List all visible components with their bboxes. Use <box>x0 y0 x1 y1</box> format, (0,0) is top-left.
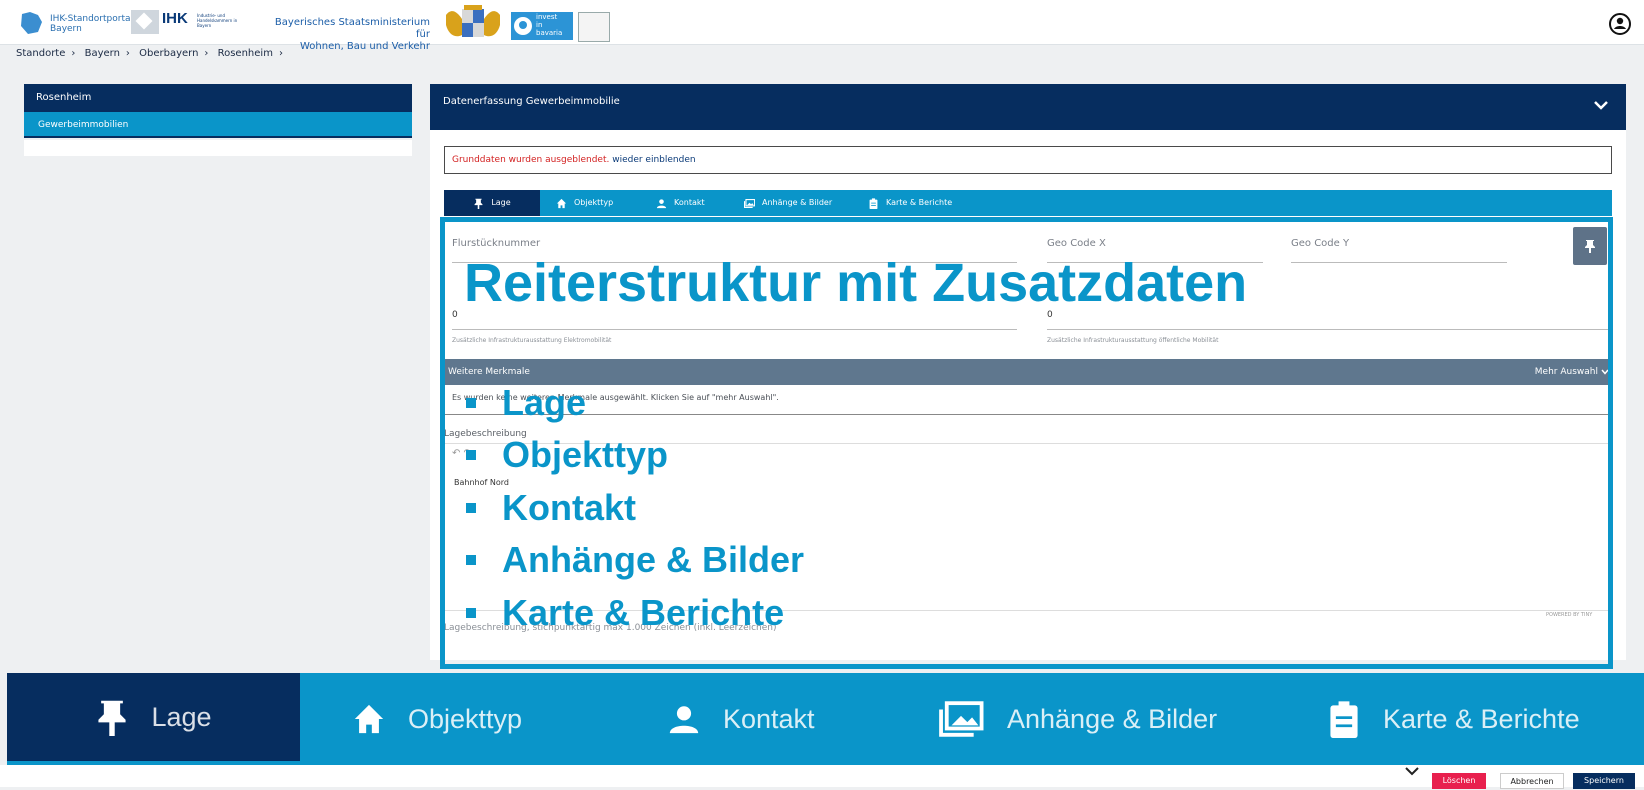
overlay-bullet-kontakt: Kontakt <box>466 488 636 528</box>
ministry-line-2: Wohnen, Bau und Verkehr <box>299 41 430 52</box>
person-icon <box>656 198 667 208</box>
overlay-bullet-label: Objekttyp <box>502 434 669 475</box>
action-footer <box>0 765 1644 787</box>
home-icon <box>556 198 567 208</box>
chevron-down-icon[interactable] <box>1404 766 1420 778</box>
breadcrumb-oberbayern[interactable]: Oberbayern <box>139 48 198 59</box>
grunddaten-notice: Grunddaten wurden ausgeblendet. wieder e… <box>444 146 1612 174</box>
tab-kontakt[interactable]: Kontakt <box>656 190 705 216</box>
bigtab-anhaenge-bilder[interactable]: Anhänge & Bilder <box>937 673 1217 765</box>
invest-in-bavaria-logo[interactable]: invest in bavaria <box>511 12 573 40</box>
seal-logo <box>578 12 610 42</box>
tab-label: Objekttyp <box>574 198 614 207</box>
breadcrumb-separator: › <box>71 48 76 59</box>
invest-word: invest <box>536 13 558 21</box>
tab-anhaenge-bilder[interactable]: Anhänge & Bilder <box>744 190 832 216</box>
coat-of-arms-icon <box>446 5 500 37</box>
bigtab-label: Objekttyp <box>408 703 523 734</box>
invest-text: invest in bavaria <box>536 13 562 37</box>
tab-label: Kontakt <box>674 198 705 207</box>
overlay-bullet-label: Lage <box>502 382 587 423</box>
bavaria-map-icon <box>21 12 42 34</box>
images-icon <box>744 198 755 208</box>
breadcrumb-rosenheim[interactable]: Rosenheim <box>218 48 273 59</box>
ministry-line-1: Bayerisches Staatsministerium für <box>274 17 430 40</box>
overlay-bullet-lage: Lage <box>466 383 586 423</box>
ihk-diamond-icon <box>131 10 159 34</box>
overlay-bullet-anhaenge: Anhänge & Bilder <box>466 540 804 580</box>
ihk-logo-text[interactable]: IHK <box>162 10 188 27</box>
user-account-icon[interactable] <box>1609 13 1631 35</box>
large-tab-bar: Lage Objekttyp Kontakt Anhänge & Bilder … <box>7 673 1644 765</box>
portal-region: Bayern <box>50 24 82 34</box>
main-panel-title: Datenerfassung Gewerbeimmobilie <box>430 84 1626 130</box>
tab-lage[interactable]: Lage <box>444 190 540 216</box>
overlay-bullet-karte: Karte & Berichte <box>466 593 784 633</box>
in-word: in <box>536 21 543 29</box>
overlay-bullet-label: Karte & Berichte <box>502 592 785 633</box>
bigtab-objekttyp[interactable]: Objekttyp <box>352 673 522 765</box>
bigtab-label: Karte & Berichte <box>1383 703 1580 734</box>
bigtab-kontakt[interactable]: Kontakt <box>667 673 815 765</box>
tab-karte-berichte[interactable]: Karte & Berichte <box>868 190 952 216</box>
breadcrumb: Standorte › Bayern › Oberbayern › Rosenheim… <box>16 48 289 59</box>
clipboard-icon <box>869 197 878 209</box>
images-icon <box>939 701 984 737</box>
tab-bar: Lage Objekttyp Kontakt Anhänge & Bilder … <box>444 190 1612 216</box>
overlay-bullet-label: Anhänge & Bilder <box>502 539 805 580</box>
notice-hidden-text: Grunddaten wurden ausgeblendet. <box>452 155 610 165</box>
breadcrumb-bayern[interactable]: Bayern <box>85 48 120 59</box>
portal-name: IHK-Standortportal <box>50 14 133 24</box>
bavaria-word: bavaria <box>536 29 563 37</box>
bigtab-karte-berichte[interactable]: Karte & Berichte <box>1327 673 1580 765</box>
chevron-down-icon[interactable] <box>1592 96 1610 114</box>
breadcrumb-separator: › <box>125 48 130 59</box>
bigtab-lage[interactable]: Lage <box>7 673 300 765</box>
pin-icon <box>98 700 127 736</box>
show-again-link[interactable]: wieder einblenden <box>612 155 695 165</box>
bigtab-label: Lage <box>151 701 212 732</box>
pin-icon <box>474 198 483 209</box>
overlay-bullet-label: Kontakt <box>502 487 636 528</box>
invest-drop-icon <box>514 17 532 35</box>
breadcrumb-separator: › <box>278 48 283 59</box>
overlay-bullet-objekttyp: Objekttyp <box>466 435 668 475</box>
tab-label: Anhänge & Bilder <box>762 198 833 207</box>
home-icon <box>354 704 384 734</box>
tab-label: Karte & Berichte <box>886 198 953 207</box>
tab-objekttyp[interactable]: Objekttyp <box>556 190 613 216</box>
sidebar-body <box>24 140 412 156</box>
sidebar-title: Rosenheim <box>24 84 412 112</box>
tab-label: Lage <box>491 198 511 207</box>
ihk-subtitle: Industrie- und Handelskammern in Bayern <box>197 13 238 28</box>
breadcrumb-standorte[interactable]: Standorte <box>16 48 65 59</box>
clipboard-icon <box>1330 701 1358 738</box>
overlay-title: Reiterstruktur mit Zusatzdaten <box>464 253 1248 313</box>
ministry-name[interactable]: Bayerisches Staatsministerium für Wohnen,… <box>270 17 430 53</box>
portal-logo-text[interactable]: IHK-Standortportal Bayern <box>50 14 133 34</box>
bigtab-label: Anhänge & Bilder <box>1007 703 1218 734</box>
breadcrumb-separator: › <box>204 48 209 59</box>
bigtab-label: Kontakt <box>723 703 815 734</box>
person-icon <box>669 706 699 734</box>
sidebar-item-gewerbeimmobilien[interactable]: Gewerbeimmobilien <box>24 112 412 138</box>
